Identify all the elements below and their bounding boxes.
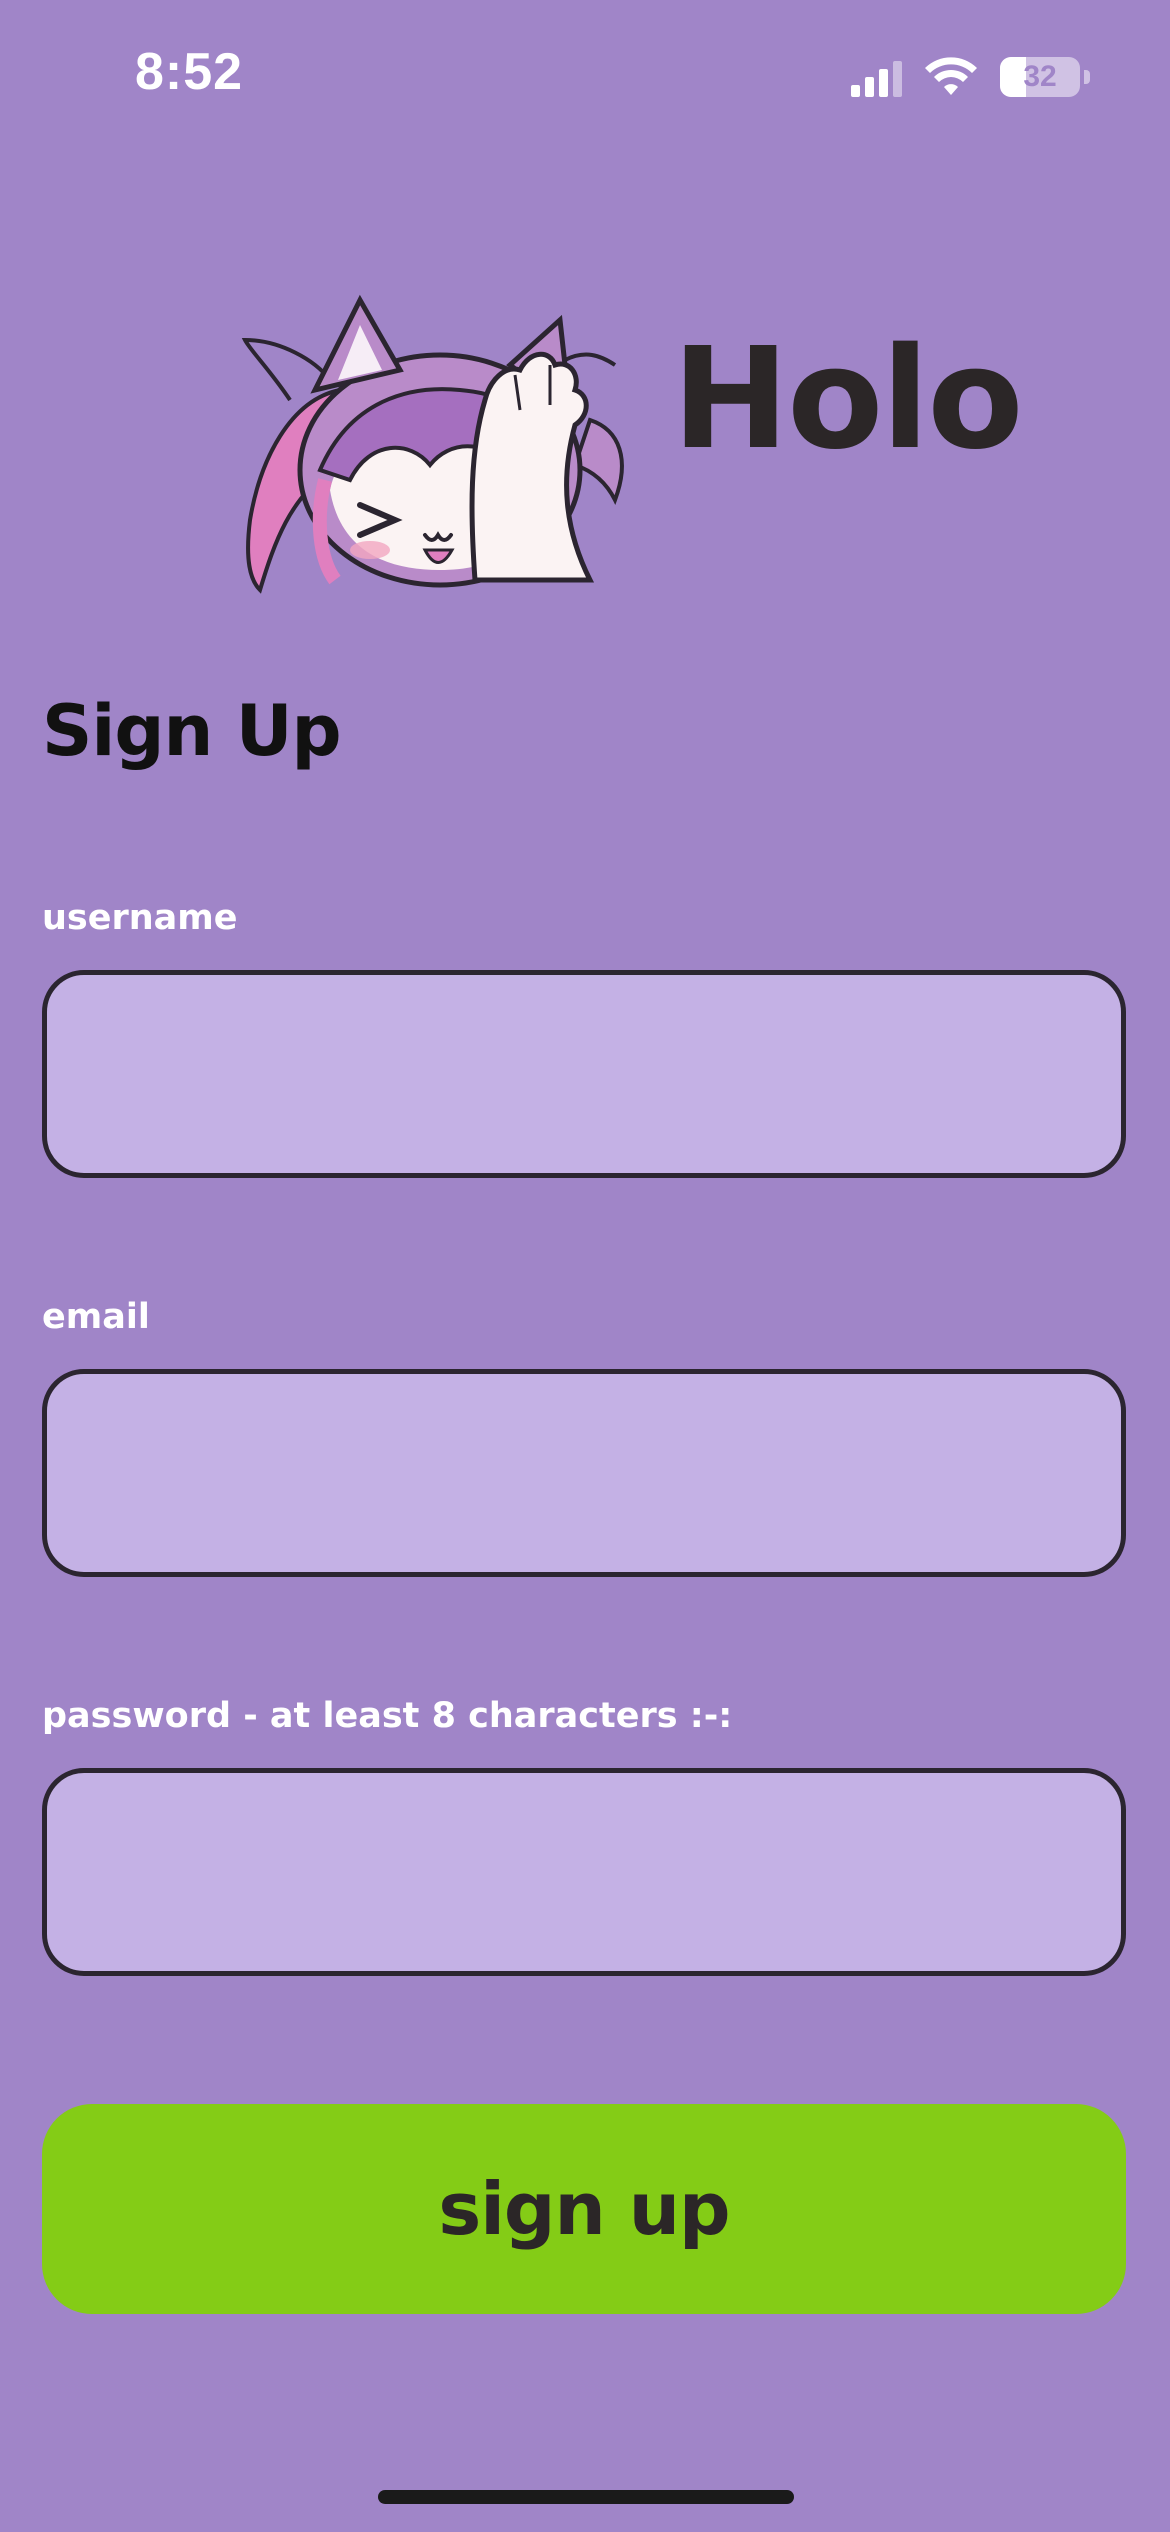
signal-icon [851, 57, 902, 97]
app-name: Holo [672, 318, 1024, 481]
sign-up-button[interactable]: sign up [42, 2104, 1126, 2314]
status-bar: 8:52 32 [0, 0, 1170, 150]
username-input[interactable] [42, 970, 1126, 1178]
cat-girl-mascot [220, 280, 640, 600]
password-input[interactable] [42, 1768, 1126, 1976]
battery-level: 32 [1023, 60, 1057, 93]
email-label: email [42, 1297, 150, 1337]
status-icons: 32 [851, 52, 1090, 102]
page-title: Sign Up [42, 690, 342, 772]
wifi-icon [924, 57, 978, 97]
email-input[interactable] [42, 1369, 1126, 1577]
status-time: 8:52 [135, 43, 244, 101]
home-indicator[interactable] [378, 2490, 794, 2504]
password-label: password - at least 8 characters :-: [42, 1696, 733, 1736]
battery-icon: 32 [1000, 57, 1080, 97]
battery-nub [1084, 70, 1090, 84]
username-label: username [42, 898, 238, 938]
